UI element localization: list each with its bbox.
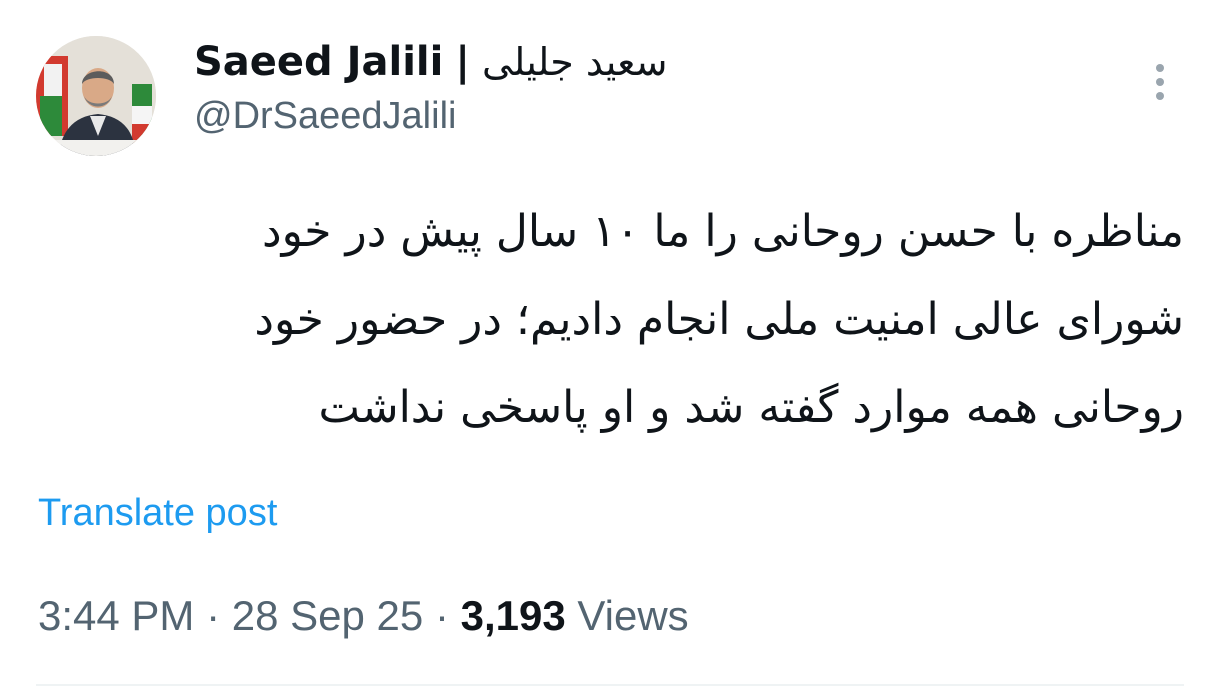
author-name-en: Saeed Jalili [194, 39, 444, 85]
more-vertical-icon [1156, 64, 1164, 72]
tweet-line: شورای عالی امنیت ملی انجام دادیم؛ در حضو… [254, 294, 1184, 345]
author-display-name[interactable]: Saeed Jalili | سعید جلیلی [194, 36, 667, 88]
name-separator: | [455, 39, 470, 85]
author-name-fa: سعید جلیلی [481, 40, 668, 84]
tweet-meta: 3:44 PM · 28 Sep 25 · 3,193 Views [38, 586, 689, 646]
tweet-text: مناظره با حسن روحانی را ما ۱۰ سال پیش در… [60, 188, 1184, 452]
tweet-line: مناظره با حسن روحانی را ما ۱۰ سال پیش در… [261, 206, 1184, 257]
tweet-date[interactable]: 28 Sep 25 [232, 592, 424, 639]
profile-photo [36, 36, 156, 156]
more-options-button[interactable] [1142, 58, 1178, 106]
more-vertical-icon-dot [1156, 92, 1164, 100]
divider [36, 684, 1184, 686]
tweet-time[interactable]: 3:44 PM [38, 592, 194, 639]
views-count: 3,193 [460, 592, 566, 639]
meta-dot: · [206, 592, 221, 639]
tweet-line: روحانی همه موارد گفته شد و او پاسخی نداش… [318, 382, 1185, 433]
meta-dot: · [434, 592, 449, 639]
author-header: Saeed Jalili | سعید جلیلی @DrSaeedJalili [194, 36, 667, 140]
more-vertical-icon-dot [1156, 78, 1164, 86]
author-handle[interactable]: @DrSaeedJalili [194, 92, 667, 140]
translate-post-link[interactable]: Translate post [38, 486, 277, 540]
views-label: Views [577, 592, 689, 639]
avatar[interactable] [36, 36, 156, 156]
